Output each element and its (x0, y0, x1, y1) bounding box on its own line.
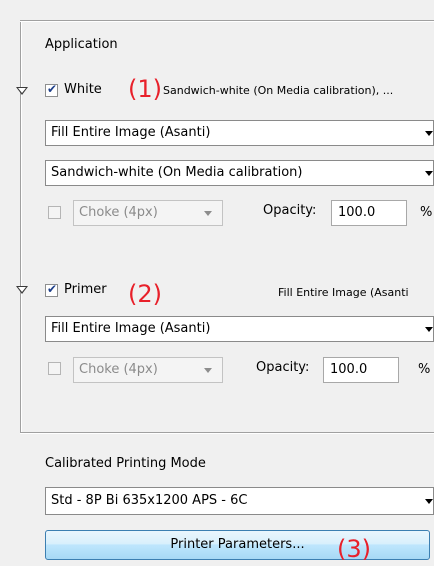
printing-mode-select[interactable]: Std - 8P Bi 635x1200 APS - 6C (45, 487, 434, 515)
white-choke-select[interactable]: Choke (4px) (73, 200, 223, 226)
white-fill-select-value: Fill Entire Image (Asanti) (51, 125, 211, 140)
primer-choke-select[interactable]: Choke (4px) (73, 357, 223, 383)
primer-percent-label: % (418, 362, 431, 377)
primer-annotation: (2) (128, 280, 162, 308)
white-collapse-icon[interactable] (16, 87, 28, 95)
printer-parameters-annotation: (3) (337, 535, 371, 563)
section-divider (20, 432, 434, 434)
white-calibration-select[interactable]: Sandwich-white (On Media calibration) (45, 160, 434, 186)
white-fill-select[interactable]: Fill Entire Image (Asanti) (45, 120, 434, 146)
chevron-down-icon[interactable] (425, 327, 433, 332)
white-calibration-select-value: Sandwich-white (On Media calibration) (51, 165, 303, 180)
primer-opacity-value: 100.0 (330, 362, 368, 377)
primer-checkbox[interactable] (45, 282, 58, 297)
printer-parameters-button-label: Printer Parameters... (170, 537, 305, 552)
white-annotation: (1) (128, 75, 162, 103)
chevron-down-icon[interactable] (204, 211, 212, 216)
white-summary: Sandwich-white (On Media calibration), .… (163, 84, 394, 97)
chevron-down-icon[interactable] (425, 131, 433, 136)
primer-choke-select-value: Choke (4px) (79, 362, 158, 377)
white-choke-select-value: Choke (4px) (79, 205, 158, 220)
printing-mode-select-value: Std - 8P Bi 635x1200 APS - 6C (51, 493, 248, 508)
primer-opacity-label: Opacity: (256, 360, 310, 375)
white-choke-checkbox[interactable] (48, 206, 61, 219)
white-checkbox[interactable] (45, 82, 58, 97)
primer-collapse-icon[interactable] (16, 286, 28, 294)
chevron-down-icon[interactable] (425, 499, 433, 504)
primer-label: Primer (64, 282, 107, 297)
chevron-down-icon[interactable] (425, 171, 433, 176)
white-opacity-label: Opacity: (263, 203, 317, 218)
white-percent-label: % (420, 205, 433, 220)
primer-choke-checkbox[interactable] (48, 362, 61, 375)
chevron-down-icon[interactable] (204, 368, 212, 373)
application-section-label: Application (45, 37, 118, 52)
left-group-border (20, 20, 22, 432)
top-divider (20, 20, 434, 22)
primer-fill-select-value: Fill Entire Image (Asanti) (51, 321, 211, 336)
white-opacity-value: 100.0 (338, 205, 376, 220)
printer-parameters-button[interactable]: Printer Parameters... (45, 530, 430, 560)
primer-summary: Fill Entire Image (Asanti (278, 286, 409, 299)
white-opacity-input[interactable]: 100.0 (331, 200, 407, 226)
primer-opacity-input[interactable]: 100.0 (323, 357, 399, 383)
primer-fill-select[interactable]: Fill Entire Image (Asanti) (45, 316, 434, 342)
printing-mode-label: Calibrated Printing Mode (45, 456, 206, 471)
white-label: White (64, 82, 102, 97)
